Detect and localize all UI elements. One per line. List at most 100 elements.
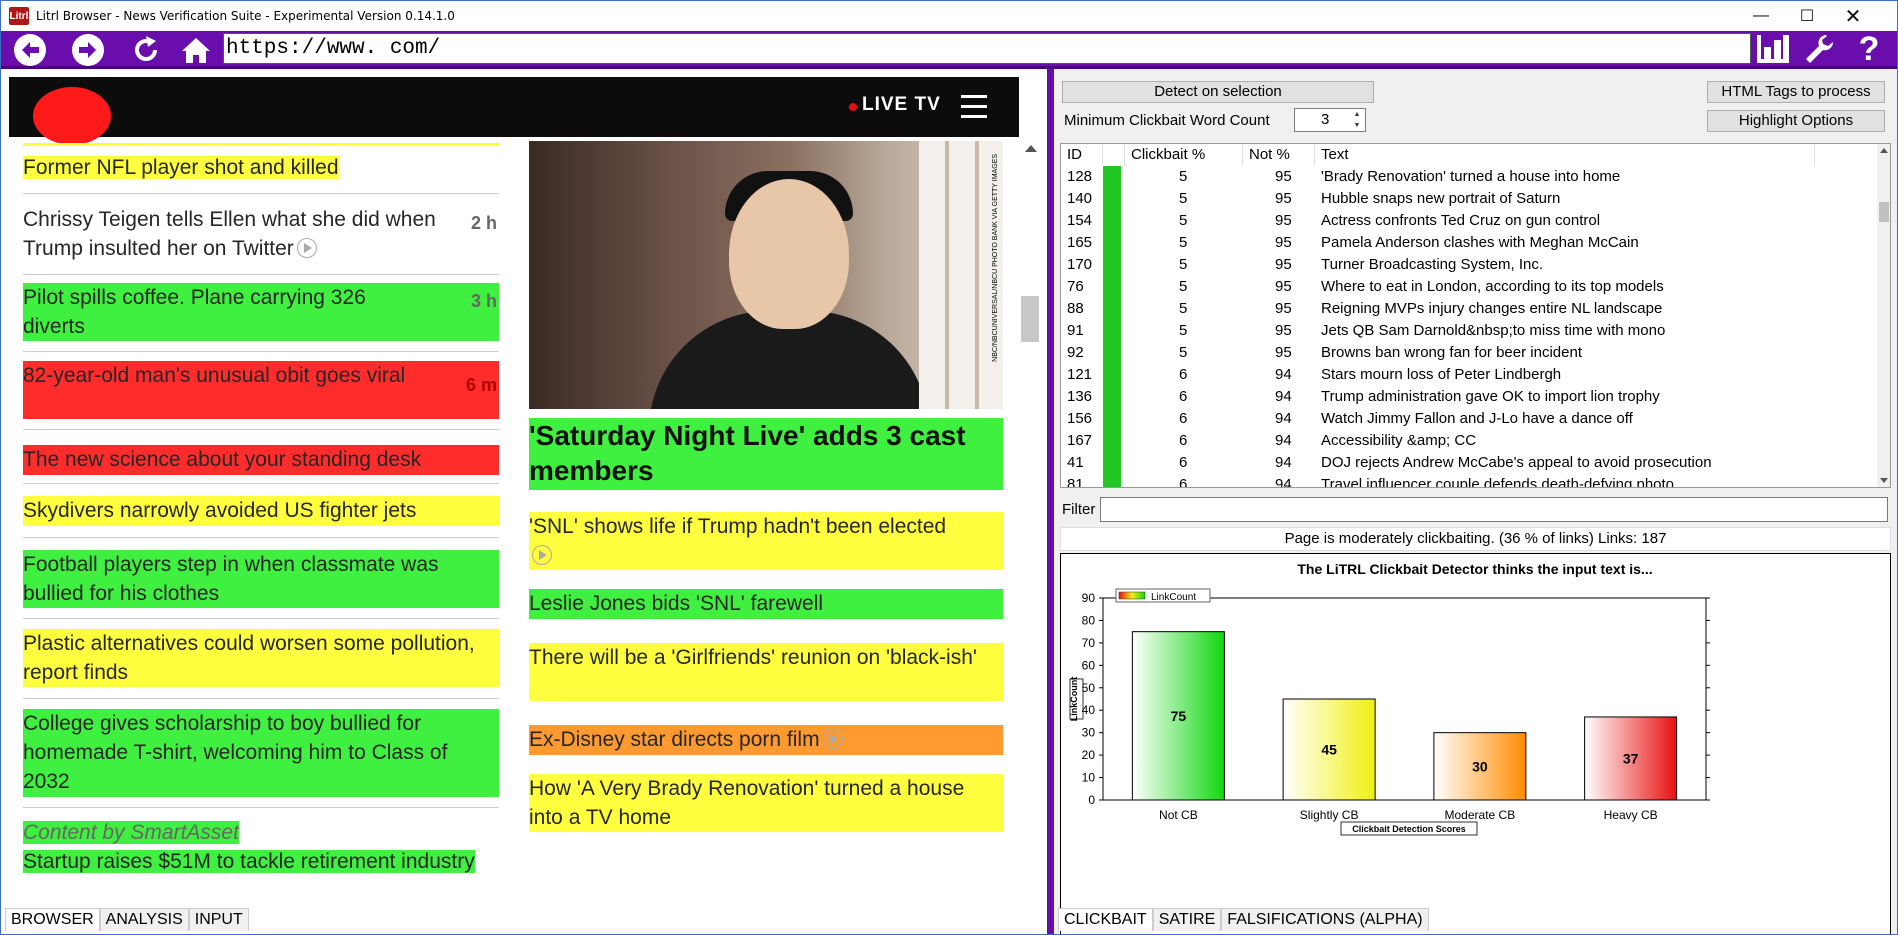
grid-row[interactable]: 128 5 95 'Brady Renovation' turned a house … bbox=[1061, 166, 1879, 188]
tab-browser[interactable]: BROWSER bbox=[5, 908, 100, 931]
cell-clickbait: 6 bbox=[1179, 454, 1188, 471]
col-header-text[interactable]: Text bbox=[1315, 144, 1815, 166]
story-link[interactable]: There will be a 'Girlfriends' reunion on… bbox=[529, 643, 1003, 701]
browser-scrollbar[interactable] bbox=[1019, 141, 1043, 903]
reload-icon[interactable] bbox=[127, 33, 165, 67]
hamburger-menu-icon[interactable] bbox=[961, 95, 987, 119]
scroll-up-icon[interactable] bbox=[1025, 145, 1037, 152]
filter-input[interactable] bbox=[1100, 497, 1888, 522]
clickbait-chart: The LiTRL Clickbait Detector thinks the … bbox=[1060, 553, 1891, 934]
left-tabbar: BROWSER ANALYSIS INPUT bbox=[5, 908, 249, 931]
story-link[interactable]: Ex-Disney star directs porn film bbox=[529, 725, 1003, 755]
cell-text: Watch Jimmy Fallon and J-Lo have a dance… bbox=[1321, 410, 1633, 427]
pane-divider[interactable] bbox=[1047, 69, 1054, 934]
cell-text: 'Brady Renovation' turned a house into h… bbox=[1321, 168, 1621, 185]
story-link[interactable]: Leslie Jones bids 'SNL' farewell bbox=[529, 589, 1003, 619]
grid-row[interactable]: 41 6 94 DOJ rejects Andrew McCabe's appeal … bbox=[1061, 452, 1879, 474]
highlight-options-button[interactable]: Highlight Options bbox=[1707, 110, 1885, 132]
clickbait-bar bbox=[1103, 452, 1121, 474]
url-input[interactable]: https://www. com/ bbox=[223, 33, 1751, 64]
col-header-clickbait[interactable]: Clickbait % bbox=[1125, 144, 1243, 166]
grid-row[interactable]: 91 5 95 Jets QB Sam Darnold&nbsp;to miss ti… bbox=[1061, 320, 1879, 342]
tab-analysis[interactable]: ANALYSIS bbox=[99, 908, 189, 931]
story-link[interactable]: 82-year-old man's unusual obit goes vira… bbox=[23, 361, 499, 419]
grid-row[interactable]: 136 6 94 Trump administration gave OK to im… bbox=[1061, 386, 1879, 408]
x-tick-label: Not CB bbox=[1159, 808, 1198, 822]
hero-image[interactable] bbox=[529, 141, 1003, 409]
story-link[interactable]: Chrissy Teigen tells Ellen what she did … bbox=[23, 205, 443, 263]
story-link[interactable]: How 'A Very Brady Renovation' turned a h… bbox=[529, 774, 1003, 832]
grid-row[interactable]: 81 6 94 Travel influencer couple defends de… bbox=[1061, 474, 1879, 487]
y-tick-label: 50 bbox=[1082, 681, 1096, 695]
chart-icon[interactable] bbox=[1753, 32, 1793, 66]
site-logo[interactable] bbox=[33, 87, 111, 145]
back-arrow-icon[interactable] bbox=[11, 33, 49, 67]
headline-link[interactable]: 'Saturday Night Live' adds 3 cast member… bbox=[529, 418, 1003, 490]
sponsor-label: Content by SmartAsset bbox=[23, 818, 239, 847]
scroll-thumb[interactable] bbox=[1021, 296, 1039, 342]
grid-row[interactable]: 140 5 95 Hubble snaps new portrait of Satur… bbox=[1061, 188, 1879, 210]
results-grid[interactable]: ID Clickbait % Not % Text 128 5 95 'Brady R… bbox=[1060, 143, 1891, 488]
story-link[interactable]: 'SNL' shows life if Trump hadn't been el… bbox=[529, 512, 1003, 570]
detect-selection-button[interactable]: Detect on selection bbox=[1062, 81, 1374, 103]
live-tv-link[interactable]: LIVE TV bbox=[862, 94, 941, 116]
home-icon[interactable] bbox=[177, 33, 215, 67]
divider bbox=[23, 483, 499, 484]
spinner-arrows-icon[interactable]: ▲ ▼ bbox=[1350, 109, 1364, 131]
cell-clickbait: 5 bbox=[1179, 300, 1188, 317]
clickbait-bar bbox=[1103, 342, 1121, 364]
cell-not: 94 bbox=[1275, 366, 1292, 383]
story-text: There will be a 'Girlfriends' reunion on… bbox=[529, 646, 977, 669]
grid-row[interactable]: 76 5 95 Where to eat in London, according t… bbox=[1061, 276, 1879, 298]
tab-input[interactable]: INPUT bbox=[188, 908, 249, 931]
col-header-id[interactable]: ID bbox=[1061, 144, 1103, 166]
wrench-icon[interactable] bbox=[1799, 32, 1839, 66]
grid-row[interactable]: 167 6 94 Accessibility &amp; CC bbox=[1061, 430, 1879, 452]
app-window: Litrl Litrl Browser - News Verification … bbox=[0, 0, 1898, 935]
scroll-thumb[interactable] bbox=[1879, 202, 1889, 222]
forward-arrow-icon[interactable] bbox=[69, 33, 107, 67]
clickbait-bar bbox=[1103, 210, 1121, 232]
story-link[interactable]: Former NFL player shot and killed bbox=[23, 153, 499, 183]
hero-face bbox=[729, 179, 849, 329]
grid-row[interactable]: 92 5 95 Browns ban wrong fan for beer incid… bbox=[1061, 342, 1879, 364]
grid-row[interactable]: 154 5 95 Actress confronts Ted Cruz on gun … bbox=[1061, 210, 1879, 232]
grid-row[interactable]: 165 5 95 Pamela Anderson clashes with Megha… bbox=[1061, 232, 1879, 254]
divider bbox=[23, 351, 499, 352]
close-icon[interactable]: ✕ bbox=[1830, 1, 1876, 31]
tab-satire[interactable]: SATIRE bbox=[1152, 908, 1222, 931]
story-link[interactable]: Startup raises $51M to tackle retirement… bbox=[23, 847, 499, 876]
maximize-icon[interactable]: ☐ bbox=[1784, 1, 1830, 31]
help-icon[interactable]: ? bbox=[1849, 30, 1889, 68]
cell-not: 95 bbox=[1275, 190, 1292, 207]
cell-id: 76 bbox=[1067, 278, 1084, 295]
html-tags-button[interactable]: HTML Tags to process bbox=[1707, 81, 1885, 103]
story-text: The new science about your standing desk bbox=[23, 448, 422, 471]
minimize-icon[interactable]: — bbox=[1738, 1, 1784, 31]
grid-row[interactable]: 88 5 95 Reigning MVPs injury changes entire… bbox=[1061, 298, 1879, 320]
tab-falsifications[interactable]: FALSIFICATIONS (ALPHA) bbox=[1221, 908, 1429, 931]
story-text: 82-year-old man's unusual obit goes vira… bbox=[23, 364, 406, 387]
col-header-bar[interactable] bbox=[1103, 144, 1125, 166]
story-link[interactable]: College gives scholarship to boy bullied… bbox=[23, 709, 499, 797]
story-link[interactable]: Plastic alternatives could worsen some p… bbox=[23, 629, 499, 687]
cell-text: DOJ rejects Andrew McCabe's appeal to av… bbox=[1321, 454, 1712, 471]
scroll-up-icon[interactable] bbox=[1880, 148, 1888, 153]
story-link[interactable]: The new science about your standing desk bbox=[23, 445, 499, 475]
story-text: College gives scholarship to boy bullied… bbox=[23, 712, 448, 793]
play-icon bbox=[296, 238, 317, 258]
grid-scrollbar[interactable] bbox=[1877, 144, 1890, 487]
tab-clickbait[interactable]: CLICKBAIT bbox=[1058, 908, 1153, 931]
grid-row[interactable]: 121 6 94 Stars mourn loss of Peter Lindberg… bbox=[1061, 364, 1879, 386]
cell-clickbait: 6 bbox=[1179, 388, 1188, 405]
story-link[interactable]: Skydivers narrowly avoided US fighter je… bbox=[23, 496, 499, 526]
site-header: LIVE TV bbox=[9, 77, 1019, 145]
filter-label: Filter bbox=[1062, 501, 1096, 518]
grid-row[interactable]: 170 5 95 Turner Broadcasting System, Inc. bbox=[1061, 254, 1879, 276]
story-link[interactable]: Pilot spills coffee. Plane carrying 326 … bbox=[23, 283, 499, 341]
grid-row[interactable]: 156 6 94 Watch Jimmy Fallon and J-Lo have a… bbox=[1061, 408, 1879, 430]
y-tick-label: 30 bbox=[1082, 726, 1096, 740]
col-header-not[interactable]: Not % bbox=[1243, 144, 1315, 166]
story-link[interactable]: Football players step in when classmate … bbox=[23, 550, 499, 608]
scroll-down-icon[interactable] bbox=[1880, 478, 1888, 483]
